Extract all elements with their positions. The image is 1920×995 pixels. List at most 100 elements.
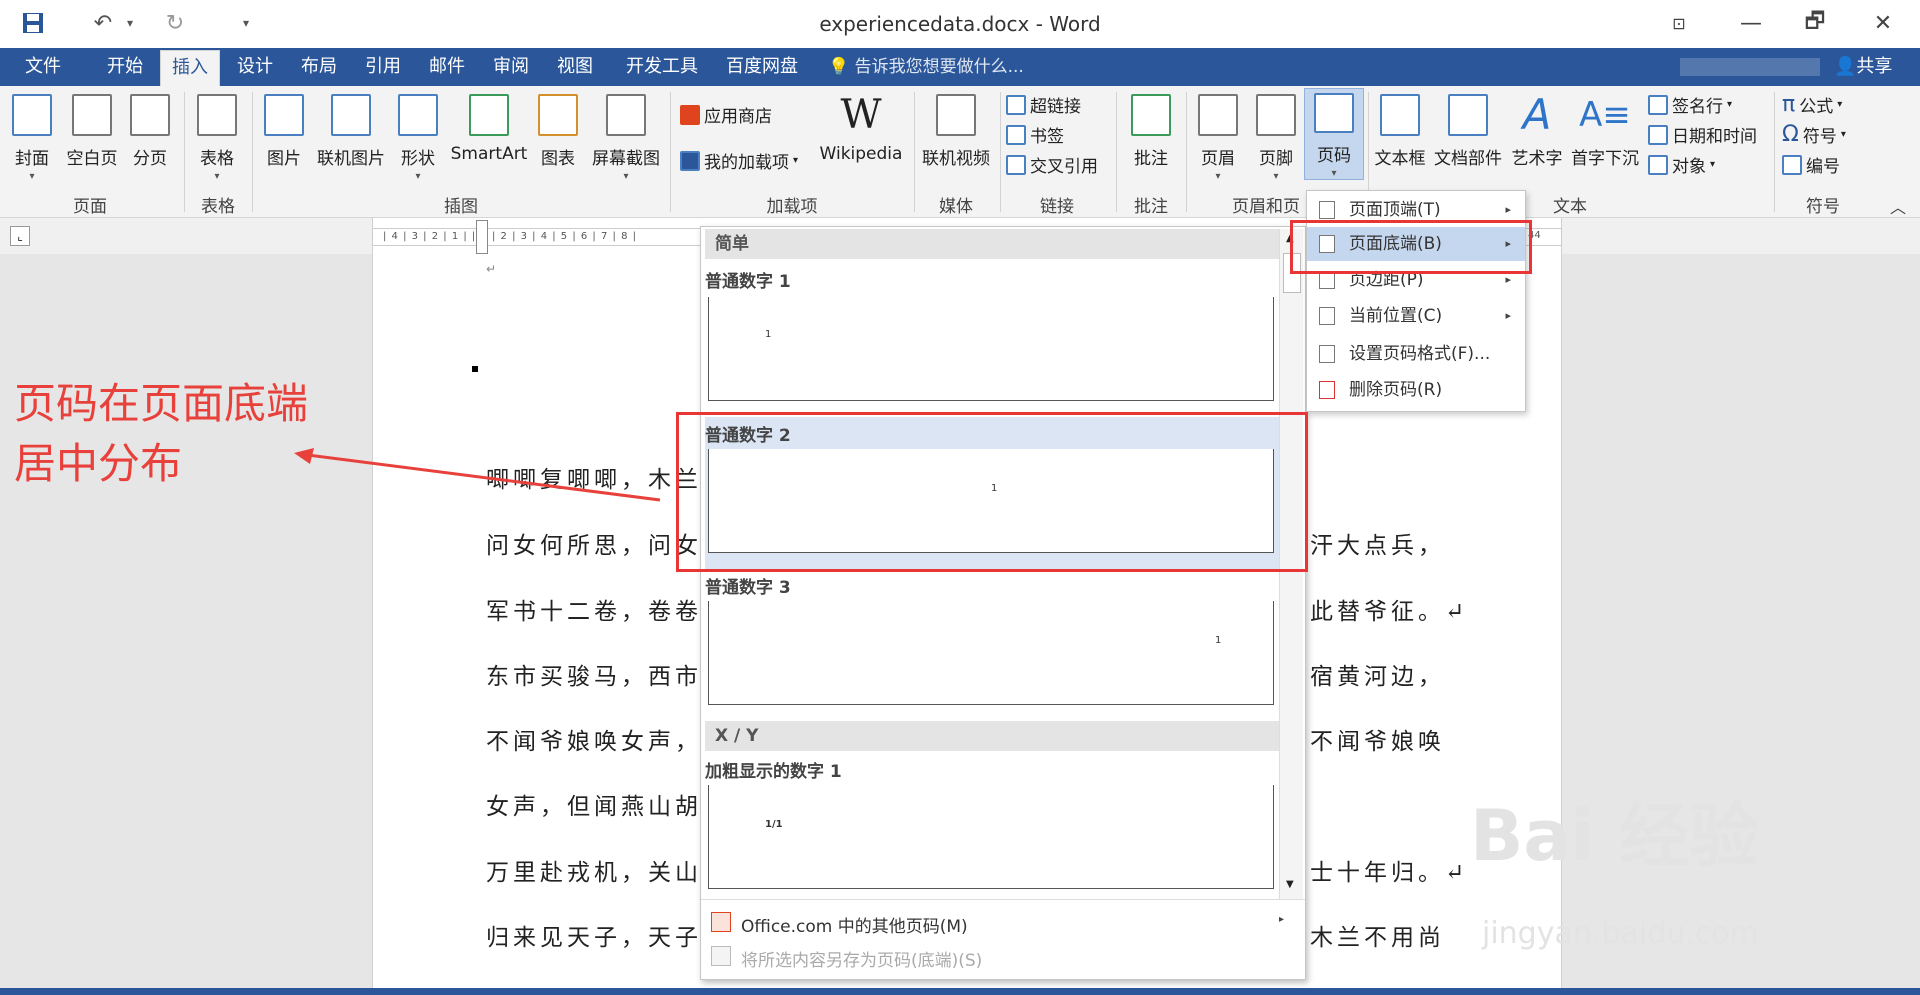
- dropcap-button[interactable]: A≡ 首字下沉: [1568, 86, 1642, 169]
- table-button[interactable]: 表格 ▾: [194, 86, 240, 182]
- scroll-down-icon[interactable]: ▼: [1286, 879, 1294, 890]
- indent-marker[interactable]: [476, 220, 488, 254]
- menu-item-current-position[interactable]: 当前位置(C) ▸: [1307, 299, 1525, 333]
- tab-review[interactable]: 审阅: [482, 48, 540, 86]
- footer-button[interactable]: 页脚 ▾: [1254, 86, 1298, 182]
- textbox-button[interactable]: 文本框: [1372, 86, 1428, 169]
- more-page-numbers-link[interactable]: Office.com 中的其他页码(M): [741, 912, 968, 937]
- menu-item-format-page-numbers[interactable]: 设置页码格式(F)...: [1307, 337, 1525, 371]
- bookmark-icon: [1006, 124, 1026, 145]
- number-button[interactable]: 编号: [1782, 152, 1840, 177]
- tab-selector-icon[interactable]: ⌞: [10, 226, 30, 246]
- save-selection-icon: [711, 946, 731, 966]
- tab-references[interactable]: 引用: [354, 48, 412, 86]
- doc-line-right: 不闻爷娘唤: [1310, 729, 1445, 755]
- tell-me-box[interactable]: 💡 告诉我您想要做什么...: [828, 48, 1024, 86]
- gallery-preview-bold1[interactable]: 1/1: [708, 785, 1274, 889]
- comment-button[interactable]: 批注: [1126, 86, 1176, 169]
- menu-item-remove-page-numbers[interactable]: 删除页码(R): [1307, 373, 1525, 407]
- doc-line: 万里赴戎机，关山: [486, 860, 702, 886]
- hyperlink-icon: [1006, 94, 1026, 115]
- group-separator: [914, 92, 915, 212]
- wikipedia-button[interactable]: W Wikipedia: [816, 86, 906, 164]
- doc-line-right: 木兰不用尚: [1310, 925, 1445, 951]
- word-window: ↶ ▾ ↻ ▾ experiencedata.docx - Word ⊡ — 🗗…: [0, 0, 1920, 995]
- doc-line: 归来见天子，天子: [486, 925, 702, 951]
- tab-design[interactable]: 设计: [226, 48, 284, 86]
- tab-insert[interactable]: 插入: [160, 50, 220, 86]
- group-pages-label: 页面: [73, 197, 107, 217]
- minimize-button[interactable]: —: [1726, 6, 1776, 40]
- bookmark-button[interactable]: 书签: [1006, 122, 1064, 147]
- title-bar: ↶ ▾ ↻ ▾ experiencedata.docx - Word ⊡ — 🗗…: [0, 0, 1920, 48]
- gallery-preview-plain1[interactable]: 1: [708, 297, 1274, 401]
- menu-label: 页面顶端(T): [1349, 200, 1441, 220]
- tab-view[interactable]: 视图: [546, 48, 604, 86]
- my-addins-button[interactable]: 我的加载项 ▾: [680, 148, 798, 173]
- page-number-button[interactable]: 页码 ▾: [1304, 88, 1364, 180]
- ribbon-display-icon[interactable]: ⊡: [1654, 6, 1704, 40]
- smartart-button[interactable]: SmartArt: [448, 86, 530, 164]
- tab-layout[interactable]: 布局: [290, 48, 348, 86]
- doc-line: 不闻爷娘唤女声，: [486, 729, 702, 755]
- gallery-item-title: 加粗显示的数字 1: [705, 762, 842, 782]
- smartart-label: SmartArt: [450, 144, 528, 164]
- quick-parts-label: 文档部件: [1434, 149, 1502, 169]
- quick-parts-button[interactable]: 文档部件: [1432, 86, 1504, 169]
- group-separator: [252, 92, 253, 212]
- tab-home[interactable]: 开始: [96, 48, 154, 86]
- blank-page-button[interactable]: 空白页: [62, 86, 122, 169]
- store-label: 应用商店: [704, 107, 772, 127]
- quick-parts-icon: [1448, 94, 1488, 136]
- ruler-ticks: | 4 | 3 | 2 | 1 | | 1 | 2 | 3 | 4 | 5 | …: [383, 231, 637, 242]
- datetime-button[interactable]: 日期和时间: [1648, 122, 1757, 147]
- object-button[interactable]: 对象 ▾: [1648, 152, 1715, 177]
- cover-page-icon: [12, 94, 52, 136]
- smartart-icon: [469, 94, 509, 136]
- online-pictures-button[interactable]: 联机图片: [314, 86, 388, 169]
- object-icon: [1648, 154, 1668, 175]
- cross-reference-button[interactable]: 交叉引用: [1006, 152, 1098, 177]
- group-illustrations-label: 插图: [444, 197, 478, 217]
- tab-developer[interactable]: 开发工具: [612, 48, 712, 86]
- page-number-icon: [1314, 93, 1354, 133]
- gallery-preview-plain3[interactable]: 1: [708, 601, 1274, 705]
- screenshot-button[interactable]: 屏幕截图 ▾: [588, 86, 664, 182]
- share-button[interactable]: 👤共享: [1834, 48, 1892, 86]
- symbol-label: 符号: [1802, 127, 1837, 147]
- symbol-button[interactable]: Ω 符号 ▾: [1782, 122, 1846, 147]
- doc-line: 军书十二卷，卷卷: [486, 599, 702, 625]
- close-button[interactable]: ✕: [1858, 6, 1908, 40]
- hyperlink-button[interactable]: 超链接: [1006, 92, 1081, 117]
- highlight-bottom-of-page: [1290, 220, 1532, 274]
- signature-line-button[interactable]: 签名行 ▾: [1648, 92, 1732, 117]
- shapes-button[interactable]: 形状 ▾: [396, 86, 440, 182]
- chevron-right-icon: ▸: [1505, 309, 1511, 322]
- store-button[interactable]: 应用商店: [680, 102, 772, 127]
- blank-label: 空白页: [66, 149, 118, 169]
- user-account[interactable]: [1680, 58, 1820, 76]
- annotation-arrow: [294, 448, 661, 502]
- tab-file[interactable]: 文件: [0, 48, 86, 86]
- number-label: 编号: [1806, 157, 1840, 177]
- header-button[interactable]: 页眉 ▾: [1196, 86, 1240, 182]
- store-icon: [680, 104, 700, 125]
- collapse-ribbon-icon[interactable]: ︿: [1890, 194, 1906, 218]
- equation-button[interactable]: π 公式 ▾: [1782, 92, 1842, 117]
- page-number-gallery: 简单 普通数字 1 1 普通数字 2 1 普通数字 3 1 X / Y 加粗显示…: [700, 226, 1306, 980]
- tab-mailings[interactable]: 邮件: [418, 48, 476, 86]
- pictures-button[interactable]: 图片: [262, 86, 306, 169]
- preview-number: 1: [765, 329, 772, 340]
- footer-icon: [1256, 94, 1296, 136]
- cover-page-button[interactable]: 封面 ▾: [10, 86, 54, 182]
- preview-number: 1/1: [765, 819, 783, 830]
- page-break-button[interactable]: 分页: [128, 86, 172, 169]
- maximize-button[interactable]: 🗗: [1790, 6, 1840, 40]
- doc-line-right: 士十年归。↵: [1310, 860, 1469, 886]
- chart-button[interactable]: 图表: [536, 86, 580, 169]
- wordart-button[interactable]: A 艺术字: [1508, 86, 1566, 169]
- shapes-icon: [398, 94, 438, 136]
- tab-baidu[interactable]: 百度网盘: [716, 48, 808, 86]
- doc-line-right: 此替爷征。↵: [1310, 599, 1469, 625]
- online-video-button[interactable]: 联机视频: [918, 86, 994, 169]
